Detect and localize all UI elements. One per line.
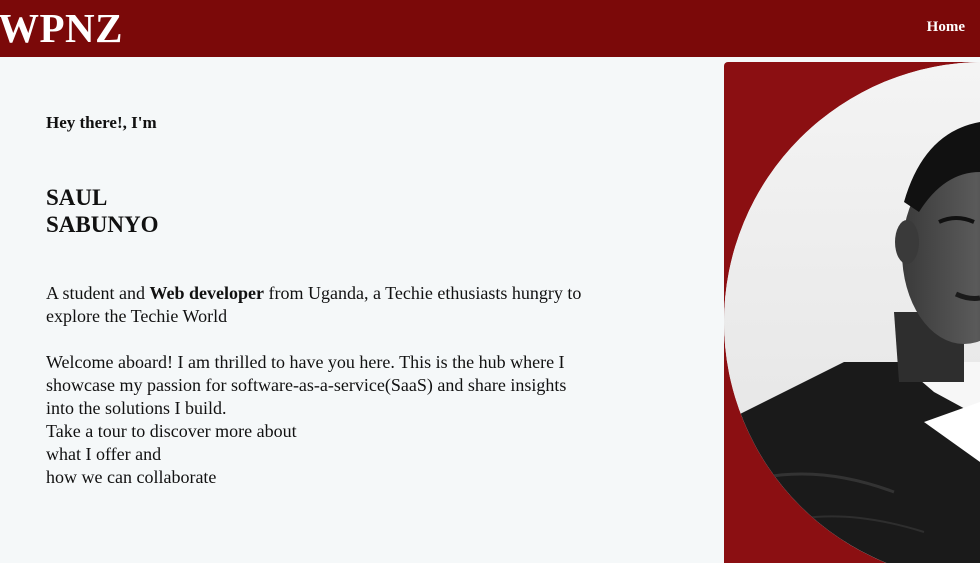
intro-paragraph: A student and Web developer from Uganda,… [46, 282, 586, 328]
welcome-line: how we can collaborate [46, 467, 217, 487]
profile-photo [724, 62, 980, 563]
welcome-paragraph: Welcome aboard! I am thrilled to have yo… [46, 351, 586, 489]
hero-text: Hey there!, I'm SAUL SABUNYO A student a… [46, 112, 586, 489]
intro-highlight: Web developer [149, 283, 265, 303]
brand-logo[interactable]: WPNZ [0, 4, 123, 52]
profile-photo-card [724, 62, 980, 563]
hero-name: SAUL SABUNYO [46, 184, 586, 238]
welcome-line: Take a tour to discover more about [46, 421, 297, 441]
navbar: WPNZ Home [0, 0, 980, 57]
name-first: SAUL [46, 185, 108, 210]
welcome-line: Welcome aboard! I am thrilled to have yo… [46, 352, 567, 418]
name-last: SABUNYO [46, 212, 159, 237]
greeting: Hey there!, I'm [46, 113, 157, 132]
intro-before: A student and [46, 283, 150, 303]
nav-link-home[interactable]: Home [927, 17, 965, 37]
welcome-line: what I offer and [46, 444, 162, 464]
portrait-image [724, 62, 980, 563]
